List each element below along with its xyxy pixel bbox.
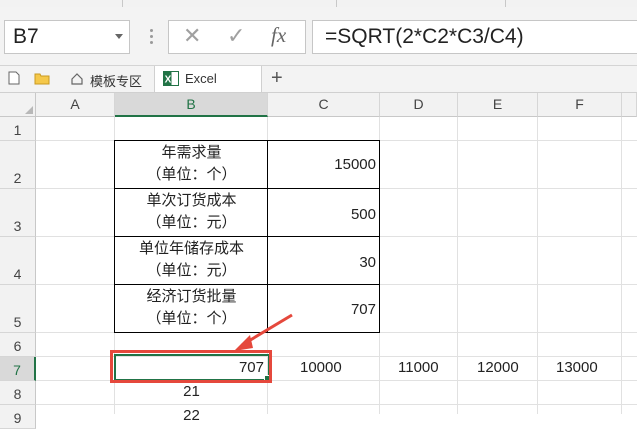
tab-templates[interactable]: 模板专区 bbox=[62, 66, 154, 92]
name-box-value: B7 bbox=[13, 25, 39, 48]
column-header-b[interactable]: B bbox=[115, 93, 268, 117]
cell-label: 年需求量 bbox=[161, 144, 222, 161]
cell-unit: （单位：个） bbox=[146, 166, 237, 183]
cell-unit: （单位：元） bbox=[146, 214, 237, 231]
cell-f7[interactable]: 13000 bbox=[556, 357, 598, 379]
gridline bbox=[537, 117, 538, 414]
table-border bbox=[379, 140, 380, 333]
ribbon-separator bbox=[122, 0, 123, 7]
row-header-6[interactable]: 6 bbox=[0, 333, 36, 357]
cell-c7[interactable]: 10000 bbox=[300, 357, 342, 379]
home-icon bbox=[71, 73, 83, 85]
table-border bbox=[114, 236, 380, 237]
row-header-3[interactable]: 3 bbox=[0, 189, 36, 237]
column-header-d[interactable]: D bbox=[380, 93, 458, 117]
tab-excel[interactable]: X Excel bbox=[154, 66, 262, 92]
gridline bbox=[457, 117, 458, 414]
formula-bar: B7 ✕ ✓ fx =SQRT(2*C2*C3/C4) bbox=[0, 7, 637, 66]
ribbon-separator bbox=[505, 0, 506, 7]
row-header-5[interactable]: 5 bbox=[0, 285, 36, 333]
close-icon[interactable]: ✕ bbox=[183, 23, 201, 49]
excel-icon: X bbox=[163, 71, 179, 86]
ribbon-separator bbox=[336, 0, 337, 7]
table-border bbox=[114, 140, 380, 141]
row-header-7[interactable]: 7 bbox=[0, 357, 36, 381]
cell-label: 单位年储存成本 bbox=[138, 240, 244, 257]
row-header-2[interactable]: 2 bbox=[0, 141, 36, 189]
table-border bbox=[114, 284, 380, 285]
column-header-a[interactable]: A bbox=[36, 93, 115, 117]
cell-b9[interactable]: 22 bbox=[115, 405, 268, 427]
check-icon[interactable]: ✓ bbox=[227, 23, 245, 49]
formula-buttons: ✕ ✓ fx bbox=[168, 20, 306, 54]
row-header-8[interactable]: 8 bbox=[0, 381, 36, 405]
cell-c4[interactable]: 30 bbox=[268, 254, 380, 271]
add-tab-icon[interactable]: + bbox=[271, 67, 283, 90]
annotation-arrow-icon bbox=[234, 313, 293, 351]
cell-e7[interactable]: 12000 bbox=[477, 357, 519, 379]
cell-c3[interactable]: 500 bbox=[268, 206, 380, 223]
cell-b3[interactable]: 单次订货成本 （单位：元） bbox=[115, 190, 268, 236]
cell-b2[interactable]: 年需求量 （单位：个） bbox=[115, 142, 268, 188]
formula-text: =SQRT(2*C2*C3/C4) bbox=[325, 25, 524, 48]
tab-label: Excel bbox=[185, 71, 217, 86]
row-header-9[interactable]: 9 bbox=[0, 405, 36, 429]
column-header-g[interactable] bbox=[622, 93, 637, 117]
select-all-corner[interactable] bbox=[0, 93, 36, 117]
row-header-4[interactable]: 4 bbox=[0, 237, 36, 285]
cell-unit: （单位：元） bbox=[146, 262, 237, 279]
row-header-1[interactable]: 1 bbox=[0, 117, 36, 141]
cell-d7[interactable]: 11000 bbox=[398, 357, 439, 379]
insert-function-icon[interactable]: fx bbox=[271, 23, 286, 48]
formula-input[interactable]: =SQRT(2*C2*C3/C4) bbox=[312, 20, 637, 54]
ribbon-strip bbox=[0, 0, 637, 7]
cell-b4[interactable]: 单位年储存成本 （单位：元） bbox=[115, 238, 268, 284]
document-tab-bar: 模板专区 X Excel + bbox=[0, 66, 637, 93]
column-header-e[interactable]: E bbox=[458, 93, 538, 117]
table-border bbox=[114, 188, 380, 189]
folder-icon[interactable] bbox=[34, 71, 50, 85]
new-document-icon[interactable] bbox=[8, 71, 20, 85]
table-border bbox=[114, 140, 115, 333]
chevron-down-icon[interactable] bbox=[115, 34, 123, 39]
gridline bbox=[621, 117, 622, 414]
cell-label: 单次订货成本 bbox=[146, 192, 237, 209]
drag-handle-icon[interactable] bbox=[150, 29, 154, 45]
tab-label: 模板专区 bbox=[90, 74, 143, 89]
svg-text:X: X bbox=[165, 75, 172, 86]
column-header-f[interactable]: F bbox=[538, 93, 622, 117]
name-box[interactable]: B7 bbox=[4, 20, 130, 54]
cell-c2[interactable]: 15000 bbox=[268, 156, 380, 173]
column-header-c[interactable]: C bbox=[268, 93, 380, 117]
cell-b8[interactable]: 21 bbox=[115, 381, 268, 403]
